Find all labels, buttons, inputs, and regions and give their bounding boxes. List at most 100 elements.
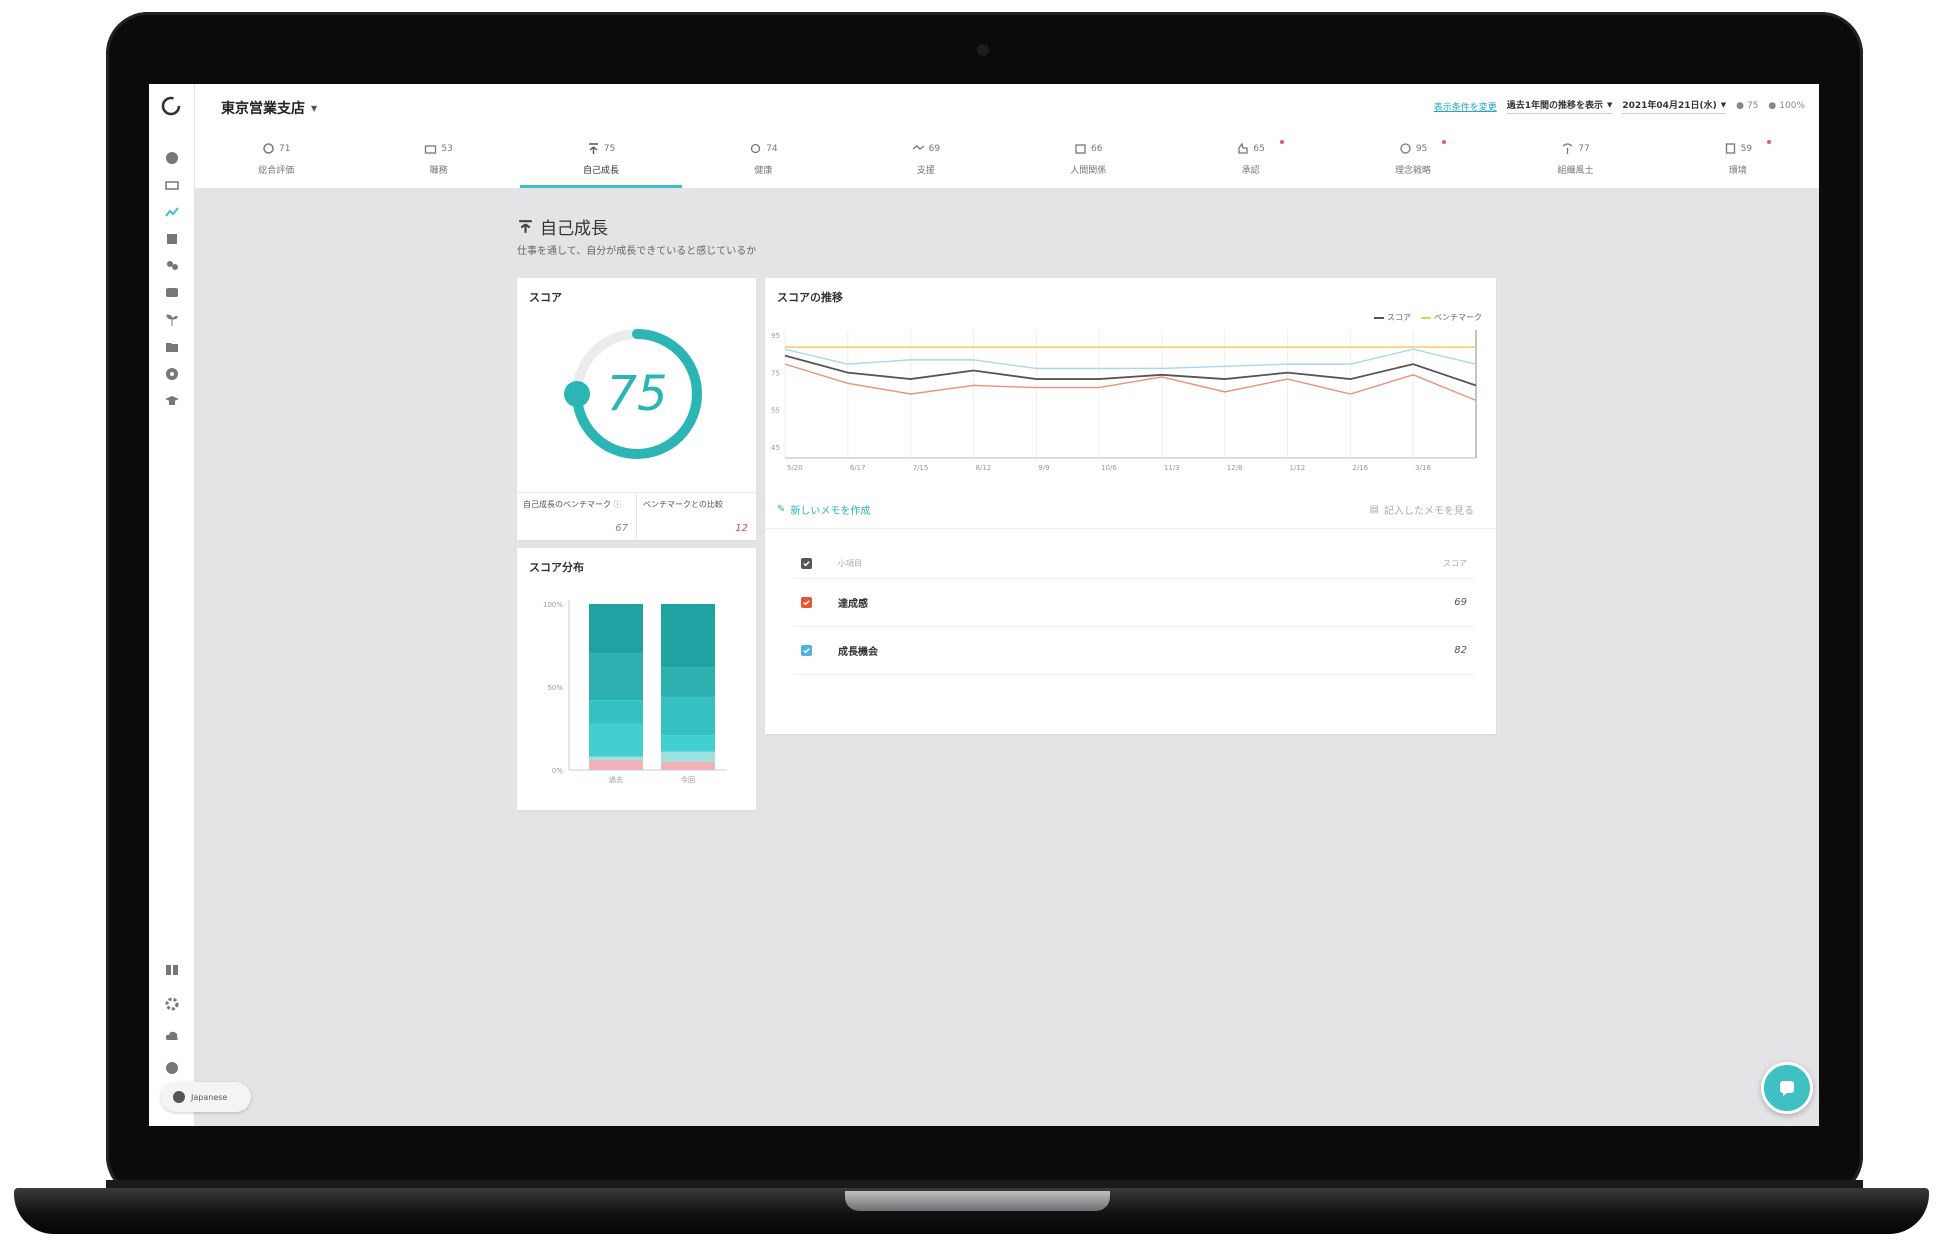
distribution-card: スコア分布 100% 50% 0% 過去 今回 — [517, 548, 756, 810]
series-line-3 — [784, 348, 1477, 370]
tab-9[interactable]: 77 組織風土 — [1494, 134, 1656, 188]
compass-icon — [1400, 143, 1411, 154]
tab-8[interactable]: 95 理念戦略 — [1332, 134, 1494, 188]
app-screen: 東京営業支店 ▼ 表示条件を変更 過去1年間の推移を表示 ▼ 2021年04月2… — [149, 84, 1819, 1126]
tab-1[interactable]: 71 総合評価 — [195, 134, 357, 188]
bar-segment — [661, 735, 715, 752]
tab-5[interactable]: 69 支援 — [845, 134, 1007, 188]
x-tick-label: 11/3 — [1164, 464, 1180, 472]
bar-segment — [661, 751, 715, 762]
legend-benchmark-label: ベンチマーク — [1434, 313, 1482, 322]
team-icon[interactable] — [149, 173, 194, 197]
chat-icon[interactable] — [149, 281, 194, 305]
factor-table-header: 小項目 スコア — [795, 548, 1475, 579]
tab-score: 75 — [587, 142, 615, 155]
legend-score: スコア — [1374, 312, 1411, 323]
series-line-4 — [784, 363, 1477, 402]
thumb-icon — [1238, 142, 1249, 154]
x-tick-label: 2/16 — [1352, 464, 1368, 472]
tab-4[interactable]: 74 健康 — [682, 134, 844, 188]
y-tick-label: 55 — [771, 407, 780, 415]
trend-card-title: スコアの推移 — [777, 291, 843, 304]
tab-score: 69 — [912, 142, 940, 155]
date-select[interactable]: 2021年04月21日(水) ▼ — [1622, 98, 1727, 114]
factor-checkbox[interactable] — [801, 644, 812, 656]
bar-segment — [589, 700, 643, 724]
factor-value: 69 — [1454, 596, 1467, 608]
x-tick-label: 10/6 — [1101, 464, 1117, 472]
select-all-checkbox[interactable] — [801, 557, 812, 569]
tab-score-value: 95 — [1415, 143, 1428, 154]
y-tick-label: 50% — [547, 684, 563, 692]
bar-segment — [661, 761, 715, 770]
person-icon: ● — [1768, 101, 1777, 111]
language-switcher[interactable]: Japanese — [161, 1082, 251, 1112]
bar-segment — [589, 723, 643, 757]
x-tick-label: 9/9 — [1038, 464, 1049, 472]
book-icon[interactable] — [149, 958, 194, 982]
tab-7[interactable]: 65 承認 — [1169, 134, 1331, 188]
trend-icon[interactable] — [149, 200, 194, 224]
tab-label: 職務 — [429, 166, 448, 176]
chat-button[interactable] — [1761, 1062, 1813, 1114]
tab-score-value: 74 — [766, 143, 778, 154]
x-tick-label: 今回 — [681, 775, 695, 784]
tab-score-value: 53 — [441, 143, 453, 154]
legend-benchmark: ベンチマーク — [1421, 312, 1482, 323]
face-icon[interactable] — [149, 146, 194, 170]
x-tick-label: 6/17 — [850, 464, 866, 472]
page-title-text: 自己成長 — [540, 219, 608, 239]
series-line-1 — [784, 354, 1477, 387]
icon-sidebar — [149, 84, 195, 1126]
page-title: 自己成長 — [517, 214, 608, 239]
response-rate-value: 100% — [1779, 101, 1805, 111]
period-select[interactable]: 過去1年間の推移を表示 ▼ — [1506, 98, 1613, 114]
x-tick-label: 5/20 — [787, 464, 803, 472]
org-selector[interactable]: 東京営業支店 ▼ — [221, 98, 317, 118]
heart-icon — [751, 143, 761, 154]
tab-score: 65 — [1236, 142, 1265, 155]
building-icon[interactable] — [149, 227, 194, 251]
tab-label: 人間関係 — [1070, 166, 1107, 176]
tab-label: 理念戦略 — [1395, 166, 1432, 176]
org-name: 東京営業支店 — [221, 101, 305, 117]
tab-label: 承認 — [1241, 166, 1260, 176]
graduation-icon[interactable] — [149, 389, 194, 413]
change-conditions-link[interactable]: 表示条件を変更 — [1434, 100, 1497, 113]
new-memo-button[interactable]: ✎ 新しいメモを作成 — [777, 502, 870, 517]
tab-6[interactable]: 66 人間関係 — [1007, 134, 1169, 188]
info-icon[interactable]: ⓘ — [614, 500, 622, 509]
globe-icon — [173, 1091, 185, 1103]
cloud-icon[interactable] — [149, 1024, 194, 1048]
sprout-icon[interactable] — [149, 308, 194, 332]
tab-score-value: 65 — [1253, 143, 1265, 154]
factor-value: 82 — [1454, 644, 1467, 656]
building-icon — [1725, 143, 1735, 154]
factor-checkbox[interactable] — [801, 596, 812, 608]
tab-3[interactable]: 75 自己成長 — [519, 134, 683, 188]
tab-score: 77 — [1561, 142, 1590, 155]
y-tick-label: 75 — [771, 369, 780, 377]
logo-icon[interactable] — [155, 90, 187, 122]
gear-icon[interactable] — [149, 992, 194, 1016]
y-tick-label: 100% — [543, 601, 563, 609]
bar-segment — [661, 667, 715, 697]
factor-row: 達成感 69 — [795, 578, 1475, 627]
camera-icon — [977, 44, 989, 56]
compass-icon[interactable] — [149, 362, 194, 386]
y-tick-label: 45 — [771, 444, 780, 452]
briefcase-icon — [425, 145, 437, 154]
memo-list-button[interactable]: ▤ 記入したメモを見る — [1370, 502, 1474, 517]
y-tick-label: 0% — [552, 767, 563, 775]
y-tick-label: 95 — [771, 332, 780, 340]
factor-row: 成長機会 82 — [795, 626, 1475, 675]
folder-icon[interactable] — [149, 335, 194, 359]
page-description: 仕事を通して、自分が成長できていると感じているか — [517, 246, 757, 257]
tab-2[interactable]: 53 職務 — [357, 134, 519, 188]
people-icon[interactable] — [149, 254, 194, 278]
help-icon[interactable] — [149, 1056, 194, 1080]
tab-10[interactable]: 59 環境 — [1657, 134, 1819, 188]
legend-swatch — [1374, 316, 1384, 319]
person-icon: ● — [1736, 101, 1744, 111]
tab-score-value: 71 — [278, 143, 291, 154]
